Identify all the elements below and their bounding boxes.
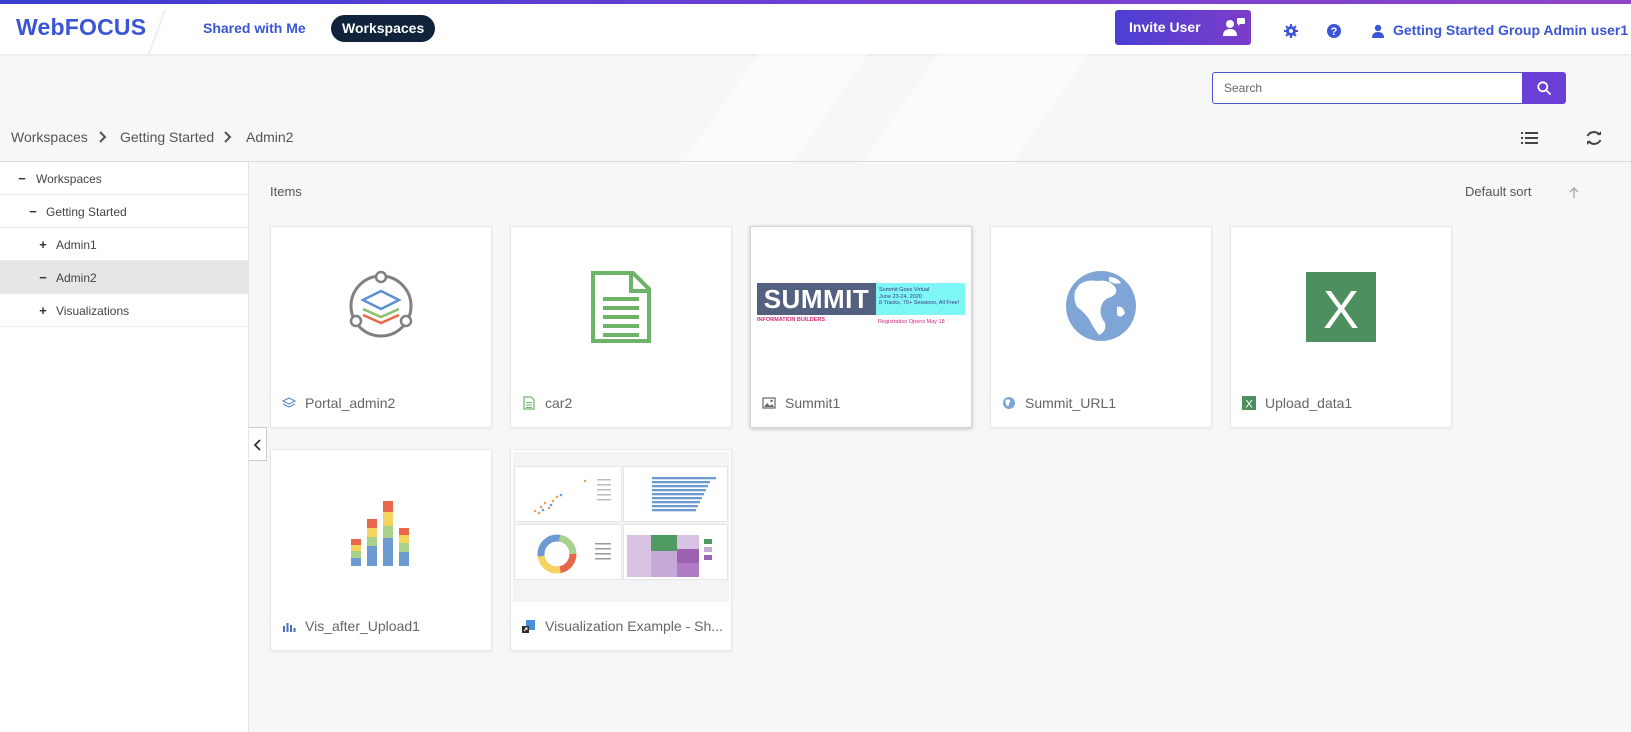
summit-banner-line3: 8 Tracks, 70+ Sessions, All Free!: [879, 300, 960, 306]
collapse-toggle-icon[interactable]: −: [27, 204, 39, 219]
bar-panel: [623, 466, 728, 522]
item-name: Portal_admin2: [305, 395, 396, 411]
item-card-summit1[interactable]: SUMMIT Summit Goes Virtual June 23-24, 2…: [750, 226, 972, 428]
document-icon: [523, 396, 535, 410]
dashboard-preview: [513, 452, 729, 602]
tree-item-label: Getting Started: [46, 205, 127, 219]
portal-icon: [282, 397, 296, 408]
nav-shared-with-me[interactable]: Shared with Me: [203, 20, 306, 36]
gear-icon[interactable]: [1283, 23, 1299, 39]
search-icon: [1537, 81, 1551, 95]
url-thumbnail: [1066, 271, 1136, 341]
document-thumbnail: [591, 271, 651, 343]
item-card-portal-admin2[interactable]: Portal_admin2: [270, 226, 492, 428]
user-menu[interactable]: Getting Started Group Admin user1: [1393, 22, 1628, 38]
expand-toggle-icon[interactable]: +: [37, 237, 49, 252]
horizontal-bar-preview: [652, 477, 716, 512]
invite-user-label: Invite User: [1129, 19, 1201, 35]
nav-workspaces[interactable]: Workspaces: [331, 15, 436, 42]
refresh-icon[interactable]: [1584, 129, 1604, 147]
tree-item-workspaces[interactable]: − Workspaces: [0, 162, 249, 195]
invite-user-button[interactable]: Invite User: [1115, 10, 1251, 45]
image-icon: [762, 397, 776, 409]
summit-banner-image: SUMMIT Summit Goes Virtual June 23-24, 2…: [757, 283, 965, 329]
summit-banner-details: Summit Goes Virtual June 23-24, 2020 8 T…: [876, 283, 965, 315]
tree-item-label: Visualizations: [56, 304, 130, 318]
tree-item-admin1[interactable]: + Admin1: [0, 228, 249, 261]
item-name: Summit_URL1: [1025, 395, 1117, 411]
list-view-icon[interactable]: [1520, 129, 1540, 147]
item-name: Visualization Example - Sh...: [545, 618, 723, 634]
item-card-visualization-example[interactable]: Visualization Example - Sh...: [510, 449, 732, 651]
breadcrumb-getting-started[interactable]: Getting Started: [120, 129, 214, 145]
svg-text:X: X: [1245, 399, 1253, 411]
chevron-left-icon: [253, 439, 261, 451]
scatter-preview: [533, 479, 611, 515]
summit-banner-title: SUMMIT: [757, 283, 876, 315]
item-name: Summit1: [785, 395, 841, 411]
portal-thumbnail: [349, 270, 413, 338]
invite-user-icon: [1223, 18, 1245, 36]
svg-text:X: X: [1323, 280, 1359, 340]
app-header: WebFOCUS Shared with Me Workspaces Invit…: [0, 4, 1631, 54]
help-icon[interactable]: ?: [1326, 23, 1342, 39]
svg-text:?: ?: [1331, 26, 1338, 38]
summit-banner-subtitle: INFORMATION BUILDERS: [757, 317, 826, 323]
tree-item-label: Workspaces: [36, 172, 102, 186]
chevron-right-icon: [99, 131, 107, 143]
items-heading: Items: [270, 184, 302, 199]
sort-ascending-icon[interactable]: [1568, 186, 1580, 199]
workspace-tree: − Workspaces − Getting Started + Admin1 …: [0, 162, 249, 732]
search-button[interactable]: [1522, 72, 1566, 104]
item-card-summit-url1[interactable]: Summit_URL1: [990, 226, 1212, 428]
donut-panel: [514, 524, 622, 580]
shortcut-icon: [522, 620, 535, 633]
user-icon: [1372, 24, 1384, 38]
item-name: Vis_after_Upload1: [305, 618, 420, 634]
item-card-vis-after-upload1[interactable]: Vis_after_Upload1: [270, 449, 492, 651]
treemap-preview: [627, 535, 712, 577]
background-stripe: [861, 54, 1089, 164]
scatter-panel: [514, 466, 622, 522]
tree-item-admin2[interactable]: − Admin2: [0, 261, 249, 294]
breadcrumb-admin2: Admin2: [246, 129, 294, 145]
collapse-toggle-icon[interactable]: −: [16, 171, 28, 186]
chevron-right-icon: [224, 131, 232, 143]
search-input[interactable]: [1212, 72, 1524, 104]
tree-item-visualizations[interactable]: + Visualizations: [0, 294, 249, 327]
treemap-panel: [623, 524, 728, 580]
globe-icon: [1003, 397, 1015, 409]
summit-banner-registration: Registration Opens May 18: [878, 319, 945, 325]
tree-item-label: Admin1: [56, 238, 97, 252]
collapse-toggle-icon[interactable]: −: [37, 270, 49, 285]
donut-preview: [537, 534, 611, 574]
visualization-thumbnail: [351, 501, 409, 566]
collapse-sidebar-button[interactable]: [249, 427, 267, 461]
expand-toggle-icon[interactable]: +: [37, 303, 49, 318]
excel-thumbnail: X: [1306, 272, 1376, 342]
item-name: car2: [545, 395, 573, 411]
dashboard-thumbnail: [511, 450, 731, 606]
image-thumbnail: SUMMIT Summit Goes Virtual June 23-24, 2…: [751, 227, 971, 383]
chart-icon: [283, 623, 296, 632]
background-stripe: [681, 54, 869, 164]
item-card-upload-data1[interactable]: X X Upload_data1: [1230, 226, 1452, 428]
item-card-car2[interactable]: car2: [510, 226, 732, 428]
tree-item-getting-started[interactable]: − Getting Started: [0, 195, 249, 228]
logo-divider: [147, 10, 167, 54]
tree-item-label: Admin2: [56, 271, 97, 285]
sort-dropdown[interactable]: Default sort: [1465, 184, 1531, 199]
app-logo[interactable]: WebFOCUS: [16, 14, 146, 41]
breadcrumb-workspaces[interactable]: Workspaces: [11, 129, 88, 145]
item-name: Upload_data1: [1265, 395, 1353, 411]
excel-icon: X: [1242, 396, 1256, 410]
